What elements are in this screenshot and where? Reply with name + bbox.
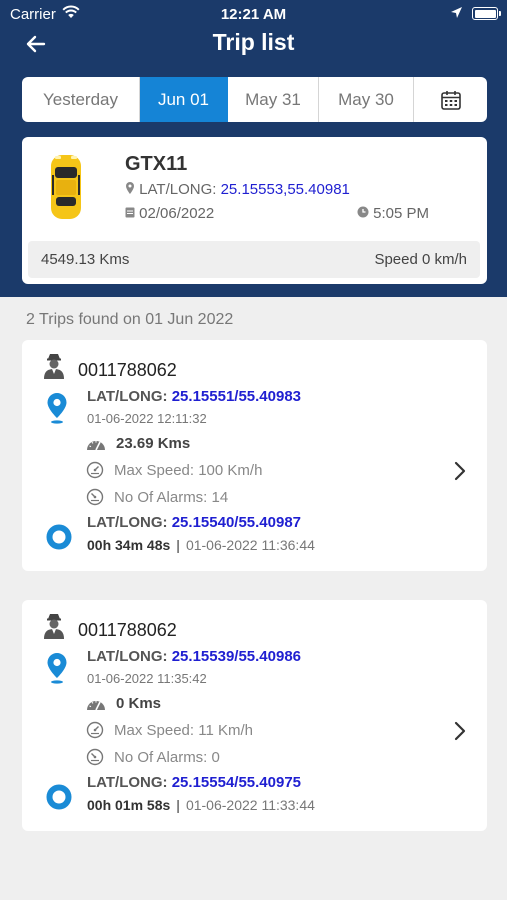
tab-may-30[interactable]: May 30 — [319, 77, 414, 122]
chevron-right-icon[interactable] — [452, 720, 468, 742]
vehicle-latlong-label: LAT/LONG: — [139, 181, 217, 198]
gauge-icon — [86, 721, 104, 739]
calendar-icon — [440, 90, 461, 110]
start-latlong-label: LAT/LONG: — [87, 388, 168, 405]
date-icon — [125, 207, 135, 218]
trip-distance-value: 0 Kms — [116, 695, 162, 712]
separator: | — [176, 797, 180, 813]
vehicle-date: 02/06/2022 — [125, 205, 214, 222]
start-latlong: LAT/LONG: 25.15551/55.40983 — [87, 388, 301, 405]
vehicle-name: GTX11 — [125, 153, 188, 175]
vehicle-latlong-value: 25.15553,55.40981 — [220, 181, 350, 198]
location-arrow-icon — [451, 7, 462, 18]
trip-distance-value: 23.69 Kms — [116, 435, 191, 452]
trip-card[interactable]: 0011788062 LAT/LONG: 25.15551/55.40983 0… — [22, 340, 487, 571]
trip-distance: 0 Kms — [86, 695, 161, 712]
battery-icon — [472, 7, 498, 20]
driver-icon — [44, 614, 64, 639]
start-latlong: LAT/LONG: 25.15539/55.40986 — [87, 648, 301, 665]
car-icon — [51, 155, 81, 219]
trip-alarms-value: No Of Alarms: 0 — [114, 748, 220, 766]
vehicle-time: 5:05 PM — [357, 205, 429, 222]
end-location-ring-icon — [46, 784, 72, 810]
trip-duration: 00h 01m 58s — [87, 797, 171, 813]
vehicle-latlong: LAT/LONG: 25.15553,55.40981 — [125, 181, 350, 198]
location-pin-icon — [126, 182, 134, 194]
status-time: 12:21 AM — [220, 6, 287, 23]
alarm-gauge-icon — [86, 748, 104, 766]
start-latlong-value: 25.15551/55.40983 — [171, 388, 302, 405]
trip-alarms: No Of Alarms: 0 — [86, 748, 220, 766]
battery-cap — [499, 11, 501, 16]
end-latlong-label: LAT/LONG: — [87, 514, 168, 531]
end-datetime: 01-06-2022 11:36:44 — [185, 537, 315, 553]
start-latlong-label: LAT/LONG: — [87, 648, 168, 665]
start-latlong-value: 25.15539/55.40986 — [171, 648, 302, 665]
start-location-pin-icon — [47, 653, 67, 684]
end-latlong: LAT/LONG: 25.15554/55.40975 — [87, 774, 301, 791]
end-datetime: 01-06-2022 11:33:44 — [185, 797, 315, 813]
separator: | — [176, 537, 180, 553]
end-location-ring-icon — [46, 524, 72, 550]
speedometer-icon — [87, 700, 105, 710]
vehicle-odometer: 4549.13 Kms — [41, 251, 130, 268]
trip-alarms: No Of Alarms: 14 — [86, 488, 228, 506]
trip-max-speed: Max Speed: 11 Km/h — [86, 721, 253, 739]
vehicle-date-value: 02/06/2022 — [139, 205, 215, 222]
status-bar: Carrier 12:21 AM — [0, 0, 507, 28]
vehicle-speed: Speed 0 km/h — [374, 251, 467, 268]
start-datetime: 01-06-2022 12:11:32 — [87, 411, 207, 426]
driver-id: 0011788062 — [78, 360, 177, 380]
tab-yesterday[interactable]: Yesterday — [22, 77, 140, 122]
tab-may-31[interactable]: May 31 — [228, 77, 319, 122]
end-latlong-value: 25.15540/55.40987 — [171, 514, 302, 531]
gauge-icon — [86, 461, 104, 479]
calendar-button[interactable] — [414, 77, 487, 122]
alarm-gauge-icon — [86, 488, 104, 506]
nav-bar: Trip list — [0, 28, 507, 60]
vehicle-card: GTX11 LAT/LONG: 25.15553,55.40981 02/06/… — [22, 137, 487, 284]
page-title: Trip list — [212, 29, 295, 55]
trip-max-speed-value: Max Speed: 11 Km/h — [114, 721, 253, 739]
vehicle-time-value: 5:05 PM — [373, 205, 430, 222]
driver-icon — [44, 354, 64, 379]
trip-card[interactable]: 0011788062 LAT/LONG: 25.15539/55.40986 0… — [22, 600, 487, 831]
trip-duration-line: 00h 34m 48s | 01-06-2022 11:36:44 — [87, 537, 315, 553]
start-datetime: 01-06-2022 11:35:42 — [87, 671, 207, 686]
clock-icon — [357, 206, 369, 218]
end-latlong-label: LAT/LONG: — [87, 774, 168, 791]
trips-summary: 2 Trips found on 01 Jun 2022 — [26, 311, 234, 328]
trip-alarms-value: No Of Alarms: 14 — [114, 488, 229, 506]
date-tabs: Yesterday Jun 01 May 31 May 30 — [22, 77, 487, 122]
trip-max-speed-value: Max Speed: 100 Km/h — [114, 461, 263, 479]
start-location-pin-icon — [47, 393, 67, 424]
tab-jun-01[interactable]: Jun 01 — [140, 77, 228, 122]
end-latlong-value: 25.15554/55.40975 — [171, 774, 302, 791]
end-latlong: LAT/LONG: 25.15540/55.40987 — [87, 514, 301, 531]
driver-id: 0011788062 — [78, 620, 177, 640]
trip-duration-line: 00h 01m 58s | 01-06-2022 11:33:44 — [87, 797, 315, 813]
trip-distance: 23.69 Kms — [86, 435, 190, 452]
trip-duration: 00h 34m 48s — [87, 537, 171, 553]
speedometer-icon — [87, 440, 105, 450]
chevron-right-icon[interactable] — [452, 460, 468, 482]
trip-max-speed: Max Speed: 100 Km/h — [86, 461, 262, 479]
vehicle-stats-bar: 4549.13 Kms Speed 0 km/h — [28, 241, 480, 278]
